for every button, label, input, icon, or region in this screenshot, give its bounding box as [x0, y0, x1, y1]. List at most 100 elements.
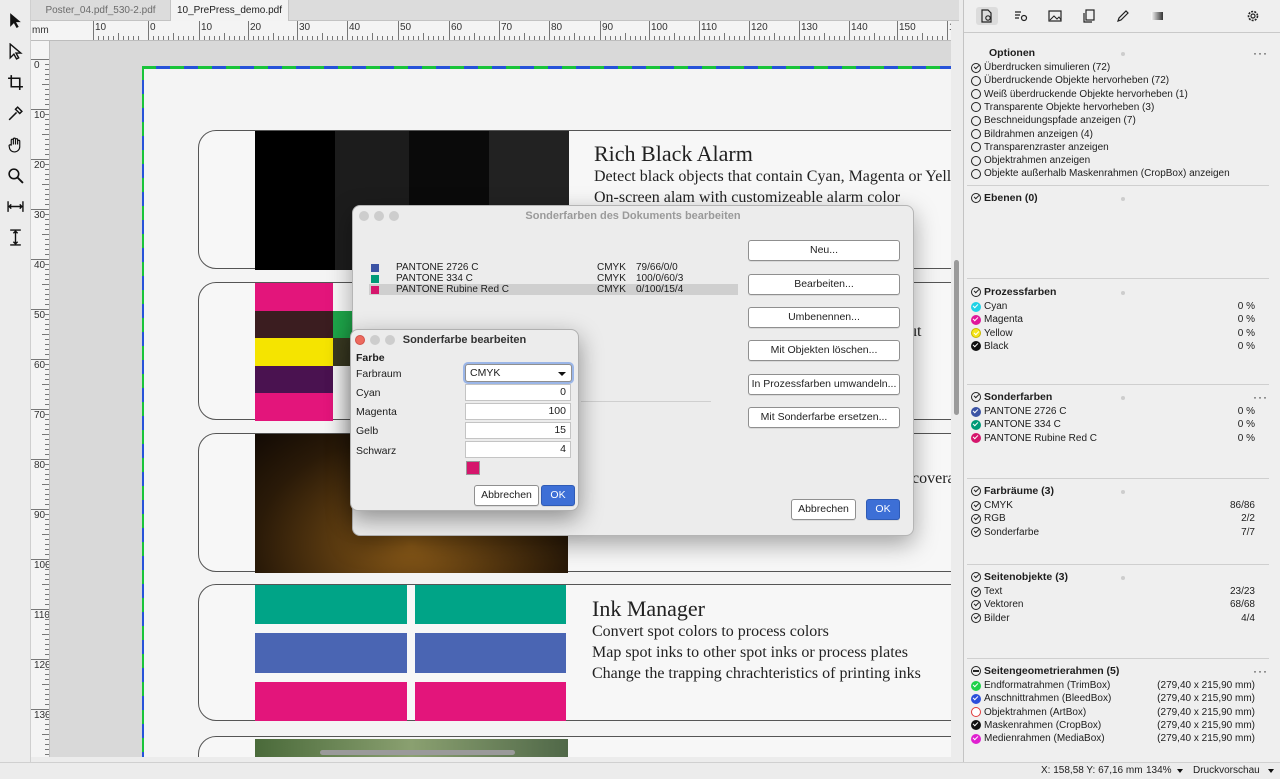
color-dot-icon[interactable] [971, 328, 981, 339]
color-dot-icon[interactable] [971, 433, 981, 444]
hand-icon[interactable] [4, 133, 26, 155]
page-geometry-more-icon[interactable]: ··· [1253, 664, 1268, 678]
black-input[interactable]: 4 [465, 441, 571, 458]
pages-icon[interactable] [1078, 7, 1100, 25]
document-preview-icon[interactable] [976, 7, 998, 25]
edit-spot-button[interactable]: Bearbeiten... [748, 274, 900, 295]
spot-colors-more-icon[interactable]: ··· [1253, 390, 1268, 404]
panel-row[interactable]: Text 23/23 [971, 585, 1255, 598]
zoom-icon[interactable] [4, 164, 26, 186]
delete-with-objects-button[interactable]: Mit Objekten löschen... [748, 340, 900, 361]
panel-row[interactable]: Medienrahmen (MediaBox) (279,40 x 215,90 … [971, 732, 1255, 745]
panel-row[interactable]: Objektrahmen (ArtBox) (279,40 x 215,90 mm… [971, 706, 1255, 719]
spot-row-selected[interactable]: PANTONE Rubine Red C CMYK 0/100/15/4 [369, 284, 738, 295]
color-dot-icon[interactable] [971, 314, 981, 325]
panel-row[interactable]: CMYK 86/86 [971, 499, 1255, 512]
magenta-input[interactable]: 100 [465, 403, 571, 420]
panel-row[interactable]: Maskenrahmen (CropBox) (279,40 x 215,90 m… [971, 719, 1255, 732]
panel-row[interactable]: Überdrucken simulieren (72) [971, 61, 1255, 74]
panel-row[interactable]: Anschnittrahmen (BleedBox) (279,40 x 215,… [971, 692, 1255, 705]
panel-row[interactable]: Bilder 4/4 [971, 612, 1255, 625]
color-dot-icon[interactable] [971, 707, 981, 718]
panel-row[interactable]: Überdruckende Objekte hervorheben (72) [971, 74, 1255, 87]
checked-circle-icon[interactable] [971, 500, 981, 511]
ok-button[interactable]: OK [541, 485, 575, 506]
gradient-icon[interactable] [1146, 7, 1168, 25]
cancel-button[interactable]: Abbrechen [791, 499, 856, 520]
color-dot-icon[interactable] [971, 419, 981, 430]
crop-icon[interactable] [4, 71, 26, 93]
spot-row[interactable]: PANTONE 2726 C CMYK 79/66/0/0 [369, 262, 738, 273]
cyan-input[interactable]: 0 [465, 384, 571, 401]
unchecked-circle-icon[interactable] [971, 155, 981, 166]
yellow-input[interactable]: 15 [465, 422, 571, 439]
panel-row[interactable]: Sonderfarbe 7/7 [971, 526, 1255, 539]
minimize-window-button[interactable] [374, 211, 384, 221]
rename-spot-button[interactable]: Umbenennen... [748, 307, 900, 328]
panel-row[interactable]: PANTONE Rubine Red C 0 % [971, 432, 1255, 445]
measure-horizontal-icon[interactable] [4, 195, 26, 217]
panel-row[interactable]: Vektoren 68/68 [971, 598, 1255, 611]
unchecked-circle-icon[interactable] [971, 115, 981, 126]
chevron-down-icon[interactable] [1268, 769, 1274, 773]
color-dot-icon[interactable] [971, 720, 981, 731]
panel-row[interactable]: Yellow 0 % [971, 327, 1255, 340]
checked-circle-icon[interactable] [971, 599, 981, 610]
view-mode[interactable]: Druckvorschau [1193, 765, 1260, 776]
unchecked-circle-icon[interactable] [971, 89, 981, 100]
page-geometry-header[interactable]: Seitengeometrierahmen (5) [971, 665, 1119, 677]
direct-select-icon[interactable] [4, 40, 26, 62]
panel-row[interactable]: Cyan 0 % [971, 300, 1255, 313]
unchecked-circle-icon[interactable] [971, 142, 981, 153]
minimize-window-button[interactable] [370, 335, 380, 345]
color-dot-icon[interactable] [971, 733, 981, 744]
page-objects-header[interactable]: Seitenobjekte (3) [971, 571, 1068, 583]
colorspaces-header[interactable]: Farbräume (3) [971, 485, 1054, 497]
checked-circle-icon[interactable] [971, 527, 981, 538]
zoom-window-button[interactable] [389, 211, 399, 221]
spot-colors-header[interactable]: Sonderfarben [971, 391, 1052, 403]
select-arrow-icon[interactable] [4, 9, 26, 31]
panel-row[interactable]: PANTONE 2726 C 0 % [971, 405, 1255, 418]
checked-circle-icon[interactable] [971, 513, 981, 524]
eyedropper-icon[interactable] [4, 102, 26, 124]
color-dot-icon[interactable] [971, 680, 981, 691]
canvas-vertical-scrollbar[interactable] [954, 260, 959, 415]
separations-icon[interactable] [1010, 7, 1032, 25]
color-dot-icon[interactable] [971, 301, 981, 312]
zoom-level[interactable]: 134% [1146, 765, 1172, 776]
unchecked-circle-icon[interactable] [971, 168, 981, 179]
panel-row[interactable]: PANTONE 334 C 0 % [971, 418, 1255, 431]
panel-row[interactable]: Objektrahmen anzeigen [971, 154, 1255, 167]
panel-row[interactable]: Weiß überdruckende Objekte hervorheben (… [971, 88, 1255, 101]
ok-button[interactable]: OK [866, 499, 900, 520]
checked-circle-icon[interactable] [971, 62, 981, 73]
tab-poster[interactable]: Poster_04.pdf_530-2.pdf [31, 0, 171, 21]
color-dot-icon[interactable] [971, 341, 981, 352]
unchecked-circle-icon[interactable] [971, 129, 981, 139]
close-window-button[interactable] [355, 335, 365, 345]
options-more-icon[interactable]: ··· [1253, 46, 1268, 60]
tab-prepress-demo[interactable]: 10_PrePress_demo.pdf [171, 0, 289, 21]
new-spot-button[interactable]: Neu... [748, 240, 900, 261]
panel-row[interactable]: RGB 2/2 [971, 512, 1255, 525]
unchecked-circle-icon[interactable] [971, 75, 981, 86]
panel-row[interactable]: Objekte außerhalb Maskenrahmen (CropBox)… [971, 167, 1255, 180]
colorspace-select[interactable]: CMYK [465, 364, 572, 382]
checked-circle-icon[interactable] [971, 586, 981, 597]
panel-row[interactable]: Beschneidungspfade anzeigen (7) [971, 114, 1255, 127]
spot-row[interactable]: PANTONE 334 C CMYK 100/0/60/3 [369, 273, 738, 284]
pen-icon[interactable] [1112, 7, 1134, 25]
convert-to-process-button[interactable]: In Prozessfarben umwandeln... [748, 374, 900, 395]
color-dot-icon[interactable] [971, 693, 981, 704]
panel-row[interactable]: Magenta 0 % [971, 313, 1255, 326]
color-dot-icon[interactable] [971, 406, 981, 417]
panel-row[interactable]: Endformatrahmen (TrimBox) (279,40 x 215,9… [971, 679, 1255, 692]
canvas-horizontal-scrollbar[interactable] [320, 750, 515, 755]
cancel-button[interactable]: Abbrechen [474, 485, 539, 506]
layers-header[interactable]: Ebenen (0) [971, 192, 1038, 204]
settings-icon[interactable] [1242, 7, 1264, 25]
panel-row[interactable]: Transparenzraster anzeigen [971, 141, 1255, 154]
measure-vertical-icon[interactable] [4, 226, 26, 248]
panel-row[interactable]: Transparente Objekte hervorheben (3) [971, 101, 1255, 114]
